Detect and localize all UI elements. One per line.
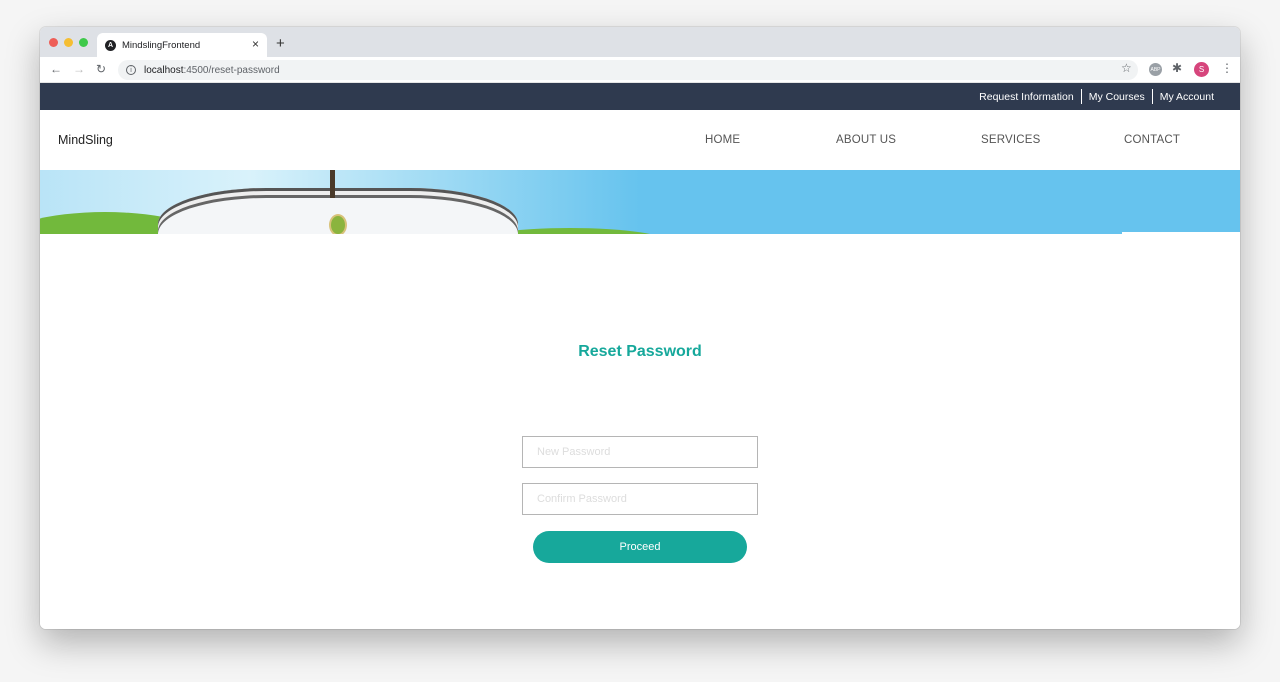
main-navbar: MindSling HOME ABOUT US SERVICES CONTACT bbox=[40, 110, 1240, 170]
nav-services[interactable]: SERVICES bbox=[981, 134, 1041, 146]
my-courses-link[interactable]: My Courses bbox=[1082, 91, 1152, 103]
url-path: :4500/reset-password bbox=[183, 64, 280, 76]
new-password-field[interactable] bbox=[522, 436, 758, 468]
hero-banner bbox=[40, 170, 1240, 234]
proceed-button[interactable]: Proceed bbox=[533, 531, 747, 563]
adblock-extension-icon[interactable]: ABP bbox=[1149, 63, 1162, 76]
my-account-link[interactable]: My Account bbox=[1153, 91, 1221, 103]
back-arrow-icon[interactable]: ← bbox=[50, 62, 62, 76]
bookmark-star-icon[interactable]: ☆ bbox=[1121, 61, 1132, 75]
close-icon[interactable]: × bbox=[252, 37, 259, 51]
minimize-window-button[interactable] bbox=[64, 38, 73, 47]
nav-home[interactable]: HOME bbox=[705, 134, 740, 146]
nav-contact[interactable]: CONTACT bbox=[1124, 134, 1180, 146]
address-bar[interactable]: i localhost:4500/reset-password bbox=[118, 60, 1138, 80]
new-tab-button[interactable]: + bbox=[276, 35, 285, 52]
menu-kebab-icon[interactable]: ⋮ bbox=[1221, 61, 1233, 75]
nav-about-us[interactable]: ABOUT US bbox=[836, 134, 896, 146]
extensions-puzzle-icon[interactable]: ✱ bbox=[1172, 61, 1182, 75]
close-window-button[interactable] bbox=[49, 38, 58, 47]
info-icon[interactable]: i bbox=[126, 65, 136, 75]
maximize-window-button[interactable] bbox=[79, 38, 88, 47]
tab-bar: A MindslingFrontend × + bbox=[40, 27, 1240, 57]
forward-arrow-icon[interactable]: → bbox=[73, 62, 85, 76]
reload-icon[interactable]: ↻ bbox=[96, 62, 106, 76]
apple-image bbox=[329, 214, 347, 234]
page-title: Reset Password bbox=[578, 343, 702, 360]
browser-tab[interactable]: A MindslingFrontend × bbox=[97, 33, 267, 57]
request-information-link[interactable]: Request Information bbox=[972, 91, 1081, 103]
brand-logo[interactable]: MindSling bbox=[58, 133, 113, 147]
url-host: localhost bbox=[144, 64, 184, 76]
browser-window: A MindslingFrontend × + ← → ↻ i localhos… bbox=[40, 27, 1240, 629]
utility-bar: Request Information My Courses My Accoun… bbox=[40, 83, 1240, 110]
profile-avatar[interactable]: S bbox=[1194, 62, 1209, 77]
browser-toolbar: ← → ↻ i localhost:4500/reset-password ☆ … bbox=[40, 57, 1240, 83]
tab-title: MindslingFrontend bbox=[122, 39, 201, 51]
window-controls bbox=[49, 38, 88, 47]
confirm-password-field[interactable] bbox=[522, 483, 758, 515]
reset-password-section: Reset Password Proceed bbox=[40, 234, 1240, 629]
angular-icon: A bbox=[105, 39, 116, 51]
book-ribbon bbox=[330, 170, 335, 198]
